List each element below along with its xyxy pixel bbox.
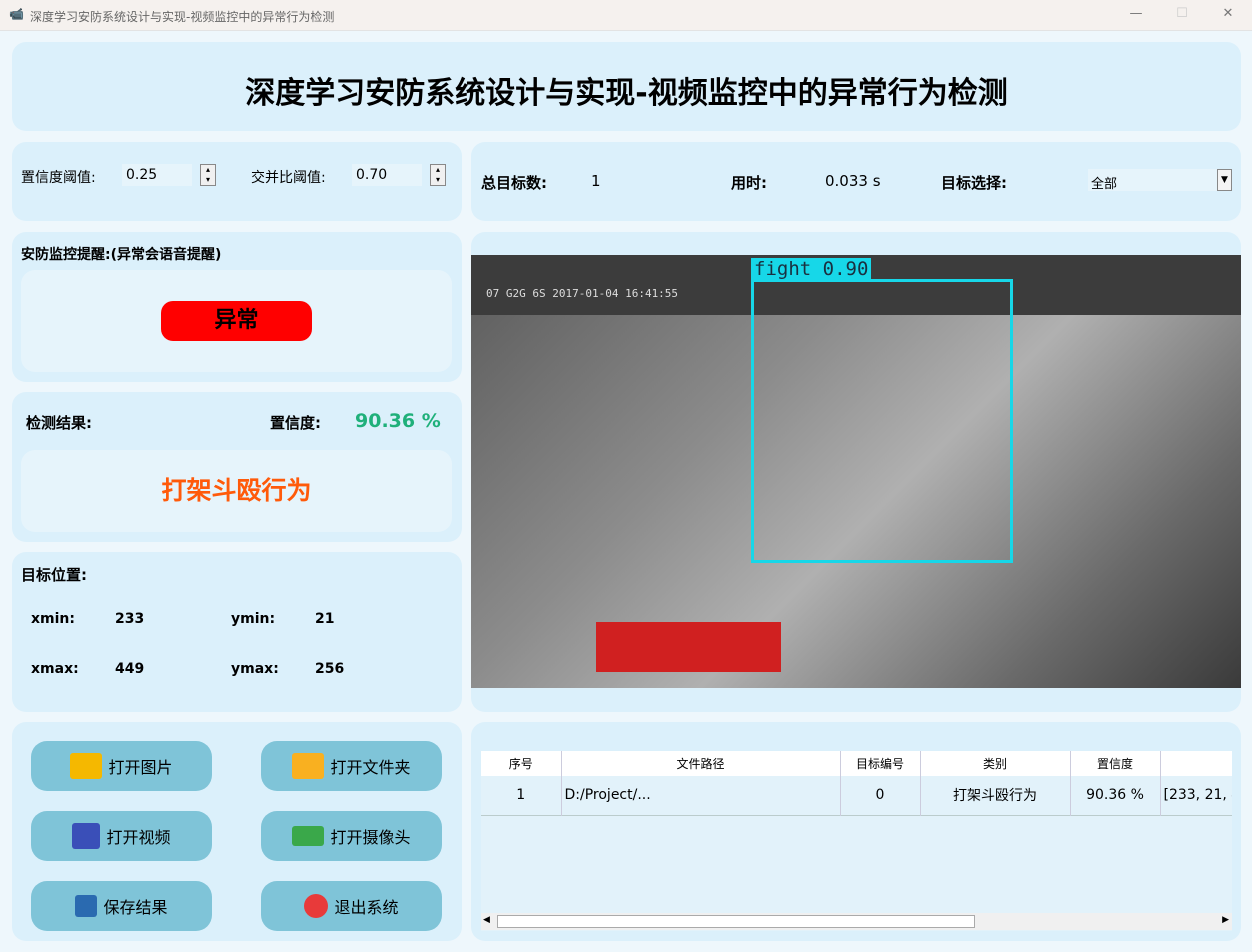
horizontal-scrollbar[interactable]: ◀ ▶ [481,913,1232,930]
video-panel: 07 G2G 6S 2017-01-04 16:41:55 fight 0.90 [471,232,1241,712]
save-icon [75,895,98,917]
ymax-value: 256 [315,661,345,677]
alert-label: 安防监控提醒:(异常会语音提醒) [21,247,222,263]
cell-position: [233, 21, 4 [1160,776,1232,815]
header-panel: 深度学习安防系统设计与实现-视频监控中的异常行为检测 [12,42,1241,131]
maximize-button[interactable]: ☐ [1172,6,1192,21]
result-class: 打架斗殴行为 [21,450,452,532]
table-row[interactable]: 1 D:/Project/... 0 打架斗殴行为 90.36 % [233, … [481,776,1232,815]
target-select-value: 全部 [1091,177,1118,192]
camera-icon: 📹 [9,7,24,21]
power-icon [304,894,329,918]
stats-panel: 总目标数: 1 用时: 0.033 s 目标选择: 全部 ▼ [471,142,1241,221]
iou-threshold-input[interactable]: 0.70 [352,164,422,186]
col-header[interactable]: 置信度 [1070,751,1161,776]
alert-status-badge: 异常 [161,301,312,341]
image-icon [70,753,103,779]
open-image-label: 打开图片 [108,758,173,777]
detection-box [751,279,1013,563]
buttons-panel: 打开图片 打开文件夹 打开视频 打开摄像头 保存结果 退出系统 [12,722,462,941]
detection-label: fight 0.90 [751,258,872,280]
chevron-down-icon[interactable]: ▼ [1217,169,1232,191]
exit-label: 退出系统 [334,898,399,917]
open-camera-label: 打开摄像头 [330,828,411,847]
conf-threshold-input[interactable]: 0.25 [122,164,192,186]
window-title: 深度学习安防系统设计与实现-视频监控中的异常行为检测 [30,10,335,24]
target-select-dropdown[interactable]: 全部 ▼ [1088,169,1232,192]
ymax-label: ymax: [231,661,279,677]
iou-threshold-stepper[interactable]: ▴ ▾ [430,164,446,186]
results-table-container: 序号 文件路径 目标编号 类别 置信度 1 D:/Project/... 0 打… [481,751,1232,931]
result-label: 检测结果: [26,414,92,432]
save-label: 保存结果 [103,898,168,917]
close-button[interactable]: ✕ [1218,6,1238,21]
exit-button[interactable]: 退出系统 [261,881,442,931]
params-panel: 置信度阈值: 0.25 ▴ ▾ 交并比阈值: 0.70 ▴ ▾ [12,142,462,221]
position-panel: 目标位置: xmin: 233 ymin: 21 xmax: 449 ymax:… [12,552,462,712]
open-image-button[interactable]: 打开图片 [31,741,212,791]
xmax-label: xmax: [31,661,79,677]
ymin-value: 21 [315,611,335,627]
scrollbar-thumb[interactable] [497,915,975,928]
conf-threshold-label: 置信度阈值: [21,170,96,186]
alert-box: 异常 [21,270,452,372]
table-header-row: 序号 文件路径 目标编号 类别 置信度 [481,751,1232,776]
camera-icon [292,826,325,846]
ymin-label: ymin: [231,611,276,627]
col-header[interactable]: 类别 [920,751,1071,776]
open-folder-button[interactable]: 打开文件夹 [261,741,442,791]
xmin-value: 233 [115,611,145,627]
total-targets-label: 总目标数: [481,174,547,192]
folder-icon [292,753,325,779]
total-targets-value: 1 [591,172,601,190]
col-header[interactable]: 序号 [481,751,562,776]
xmax-value: 449 [115,661,145,677]
cell-class: 打架斗殴行为 [920,776,1071,815]
video-timestamp: 07 G2G 6S 2017-01-04 16:41:55 [486,287,679,300]
cell-target-id: 0 [840,776,921,815]
iou-threshold-label: 交并比阈值: [251,170,326,186]
minimize-button[interactable]: — [1126,6,1146,21]
scroll-right-icon[interactable]: ▶ [1222,915,1229,925]
result-panel: 检测结果: 置信度: 90.36 % 打架斗殴行为 [12,392,462,542]
time-label: 用时: [731,174,767,192]
video-frame: 07 G2G 6S 2017-01-04 16:41:55 fight 0.90 [471,255,1241,688]
conf-threshold-stepper[interactable]: ▴ ▾ [200,164,216,186]
open-folder-label: 打开文件夹 [330,758,411,777]
cell-path: D:/Project/... [561,776,841,815]
xmin-label: xmin: [31,611,75,627]
alert-panel: 安防监控提醒:(异常会语音提醒) 异常 [12,232,462,382]
cell-index: 1 [481,776,562,815]
time-value: 0.033 s [825,172,881,190]
results-table: 序号 文件路径 目标编号 类别 置信度 1 D:/Project/... 0 打… [481,751,1232,816]
video-icon [72,823,101,849]
open-video-button[interactable]: 打开视频 [31,811,212,861]
cell-confidence: 90.36 % [1070,776,1161,815]
seat-sign [596,622,781,672]
confidence-value: 90.36 % [355,410,441,432]
scroll-left-icon[interactable]: ◀ [483,915,490,925]
save-button[interactable]: 保存结果 [31,881,212,931]
page-title: 深度学习安防系统设计与实现-视频监控中的异常行为检测 [245,76,1008,111]
open-camera-button[interactable]: 打开摄像头 [261,811,442,861]
col-header[interactable] [1160,751,1232,776]
position-label: 目标位置: [21,566,87,584]
title-bar: 📹 深度学习安防系统设计与实现-视频监控中的异常行为检测 — ☐ ✕ [0,0,1252,31]
target-select-label: 目标选择: [941,174,1007,192]
results-table-panel: 序号 文件路径 目标编号 类别 置信度 1 D:/Project/... 0 打… [471,722,1241,941]
col-header[interactable]: 目标编号 [840,751,921,776]
open-video-label: 打开视频 [106,828,171,847]
confidence-label: 置信度: [270,414,321,432]
col-header[interactable]: 文件路径 [561,751,841,776]
